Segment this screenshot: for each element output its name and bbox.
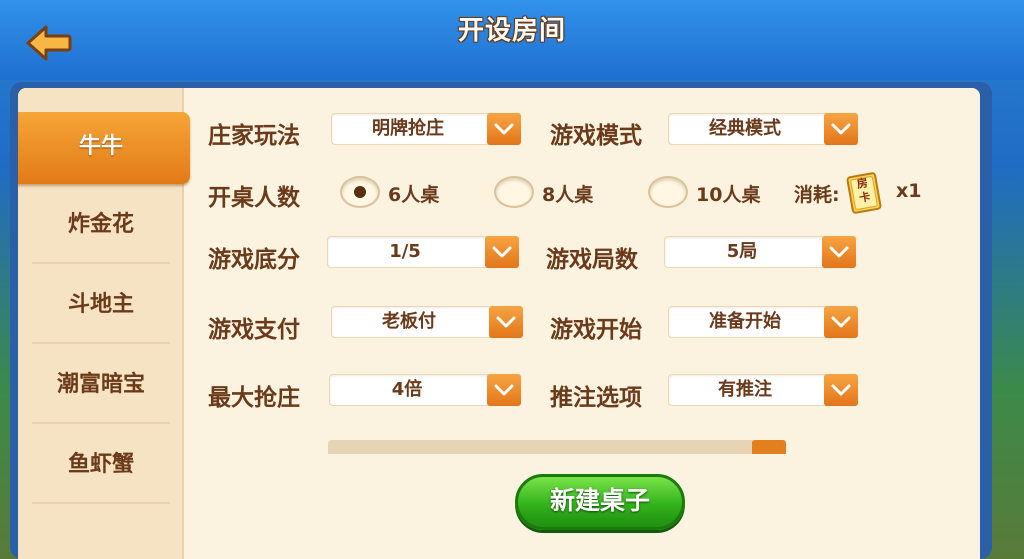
push-bet-value: 有推注 (718, 379, 772, 400)
sidebar-item-label: 斗地主 (67, 292, 134, 317)
room-card-icon: 房卡 (845, 171, 883, 216)
back-button[interactable] (26, 24, 72, 62)
sidebar-item-doudizhu[interactable]: 斗地主 (18, 266, 184, 344)
divider (32, 262, 170, 264)
payment-value: 老板付 (382, 311, 436, 332)
game-mode-label: 游戏模式 (550, 123, 642, 149)
cost-amount: x1 (896, 180, 922, 202)
create-room-panel: 牛牛 炸金花 斗地主 潮富暗宝 鱼虾蟹 庄家玩法 明牌抢庄 游戏模式 经典模式 (18, 88, 980, 559)
max-bank-label: 最大抢庄 (208, 385, 300, 411)
table-size-label: 开桌人数 (208, 185, 300, 211)
banker-mode-select[interactable]: 明牌抢庄 (331, 113, 521, 145)
chevron-down-icon[interactable] (487, 113, 521, 145)
sidebar-item-niuniu[interactable]: 牛牛 (18, 112, 190, 184)
radio-selected-dot (354, 186, 366, 198)
radio-10-person-label: 10人桌 (696, 184, 761, 206)
sidebar-item-label: 鱼虾蟹 (67, 452, 134, 477)
chevron-down-icon[interactable] (752, 440, 786, 454)
radio-8-person-label: 8人桌 (542, 184, 594, 206)
sidebar-item-label: 牛牛 (78, 134, 123, 159)
radio-6-person-label: 6人桌 (388, 184, 440, 206)
sidebar-item-zhajinhua[interactable]: 炸金花 (18, 186, 184, 264)
chevron-down-icon[interactable] (824, 374, 858, 406)
rounds-label: 游戏局数 (546, 247, 638, 273)
sidebar-item-label: 炸金花 (67, 212, 134, 237)
radio-6-person[interactable] (340, 176, 380, 208)
base-score-label: 游戏底分 (208, 247, 300, 273)
push-bet-label: 推注选项 (550, 385, 642, 411)
banker-mode-value: 明牌抢庄 (372, 118, 444, 139)
base-score-value: 1/5 (389, 241, 421, 262)
sidebar-item-label: 潮富暗宝 (56, 372, 145, 397)
chevron-down-icon[interactable] (487, 374, 521, 406)
base-score-select[interactable]: 1/5 (327, 236, 519, 268)
divider (32, 422, 170, 424)
chevron-down-icon[interactable] (489, 306, 523, 338)
rounds-value: 5局 (726, 241, 758, 262)
divider (32, 342, 170, 344)
chevron-down-icon[interactable] (824, 113, 858, 145)
radio-10-person[interactable] (648, 176, 688, 208)
back-arrow-icon (26, 25, 72, 61)
max-bank-select[interactable]: 4倍 (329, 374, 521, 406)
partial-select[interactable] (328, 440, 786, 454)
payment-label: 游戏支付 (208, 317, 300, 343)
chevron-down-icon[interactable] (822, 236, 856, 268)
create-table-button[interactable]: 新建桌子 (515, 474, 685, 530)
rounds-select[interactable]: 5局 (664, 236, 856, 268)
start-select[interactable]: 准备开始 (668, 306, 858, 338)
sidebar-item-yuxiaxie[interactable]: 鱼虾蟹 (18, 426, 184, 504)
chevron-down-icon[interactable] (824, 306, 858, 338)
game-sidebar: 牛牛 炸金花 斗地主 潮富暗宝 鱼虾蟹 (18, 88, 190, 559)
banker-mode-label: 庄家玩法 (208, 123, 300, 149)
divider (32, 502, 170, 504)
game-mode-value: 经典模式 (709, 118, 781, 139)
payment-select[interactable]: 老板付 (331, 306, 523, 338)
max-bank-value: 4倍 (391, 379, 423, 400)
start-label: 游戏开始 (550, 317, 642, 343)
cost-label: 消耗: (794, 184, 840, 206)
game-mode-select[interactable]: 经典模式 (668, 113, 858, 145)
start-value: 准备开始 (709, 311, 781, 332)
chevron-down-icon[interactable] (485, 236, 519, 268)
radio-8-person[interactable] (494, 176, 534, 208)
push-bet-select[interactable]: 有推注 (668, 374, 858, 406)
header-bar: 开设房间 (0, 0, 1024, 80)
page-title: 开设房间 (457, 16, 566, 46)
sidebar-item-chaofu-anbao[interactable]: 潮富暗宝 (18, 346, 184, 424)
